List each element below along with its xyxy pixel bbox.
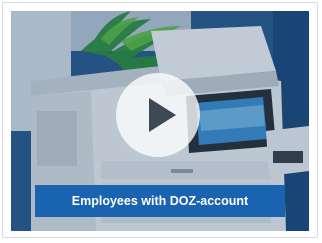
video-card: Employees with DOZ-account [2, 2, 318, 238]
play-icon [149, 98, 176, 132]
play-button[interactable] [116, 73, 200, 157]
video-caption[interactable]: Employees with DOZ-account [35, 185, 285, 217]
video-thumbnail[interactable]: Employees with DOZ-account [11, 11, 309, 231]
